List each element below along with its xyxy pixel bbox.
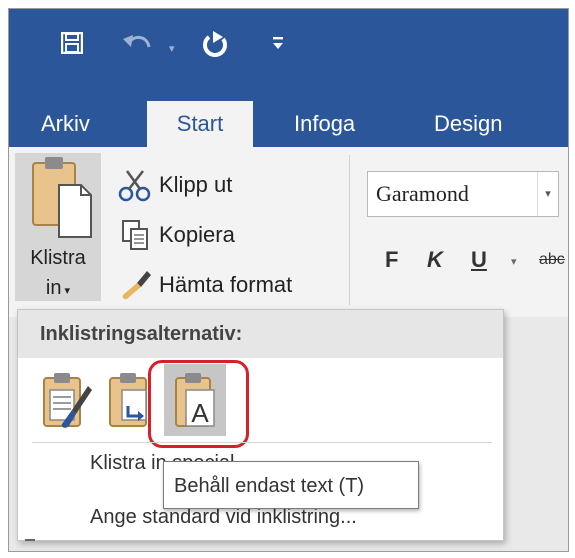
tab-arkiv[interactable]: Arkiv bbox=[41, 101, 90, 147]
tab-infoga[interactable]: Infoga bbox=[294, 101, 355, 147]
italic-button[interactable]: K bbox=[427, 247, 443, 273]
menu-divider bbox=[32, 442, 492, 443]
tab-start[interactable]: Start bbox=[147, 101, 253, 147]
copy-button[interactable]: Kopiera bbox=[117, 215, 235, 255]
strikethrough-button[interactable]: abc bbox=[539, 251, 565, 269]
title-bar: ▾ bbox=[9, 9, 568, 91]
keep-source-formatting-option[interactable] bbox=[32, 364, 98, 436]
ribbon: Klistra in ▾ Klipp ut Kopiera Hämta form… bbox=[9, 147, 568, 317]
paintbrush-icon bbox=[122, 271, 151, 300]
format-painter-label: Hämta format bbox=[159, 272, 293, 297]
paste-label-line2: in bbox=[45, 277, 62, 299]
chevron-down-icon: ▾ bbox=[61, 285, 71, 297]
ribbon-tabs: Arkiv Start Infoga Design bbox=[9, 91, 568, 147]
keep-source-formatting-icon bbox=[43, 373, 92, 428]
copy-icon bbox=[122, 220, 148, 250]
chevron-down-icon[interactable]: ▾ bbox=[537, 172, 558, 216]
paste-options-title: Inklistringsalternativ: bbox=[40, 323, 243, 345]
copy-label: Kopiera bbox=[159, 222, 235, 247]
paste-label-line1: Klistra bbox=[30, 247, 86, 269]
tooltip: Behåll endast text (T) bbox=[163, 461, 419, 509]
underline-button[interactable]: U bbox=[471, 247, 487, 273]
paste-label[interactable]: Klistra in ▾ bbox=[15, 243, 101, 306]
paste-options-header: Inklistringsalternativ: bbox=[18, 310, 503, 358]
scissors-icon bbox=[118, 170, 151, 202]
save-icon[interactable] bbox=[61, 32, 83, 54]
format-painter-button[interactable]: Hämta format bbox=[117, 265, 292, 305]
font-name-value: Garamond bbox=[376, 181, 469, 206]
customize-qat-icon[interactable] bbox=[271, 35, 285, 51]
tab-design[interactable]: Design bbox=[434, 101, 502, 147]
highlight-ring bbox=[148, 360, 249, 448]
paste-icon bbox=[32, 157, 92, 238]
undo-dropdown-icon[interactable]: ▾ bbox=[169, 42, 175, 55]
word-window: ▾ Arkiv Start Infoga Design Klistra in ▾… bbox=[8, 8, 569, 552]
cut-label: Klipp ut bbox=[159, 172, 233, 197]
ruler-marker bbox=[25, 539, 35, 549]
underline-dropdown-icon[interactable]: ▾ bbox=[511, 255, 517, 268]
cut-button[interactable]: Klipp ut bbox=[117, 165, 232, 205]
undo-icon[interactable] bbox=[121, 29, 155, 59]
bold-button[interactable]: F bbox=[385, 247, 398, 273]
ribbon-divider bbox=[349, 155, 350, 305]
redo-icon[interactable] bbox=[199, 29, 233, 63]
font-name-select[interactable]: Garamond ▾ bbox=[367, 171, 559, 217]
